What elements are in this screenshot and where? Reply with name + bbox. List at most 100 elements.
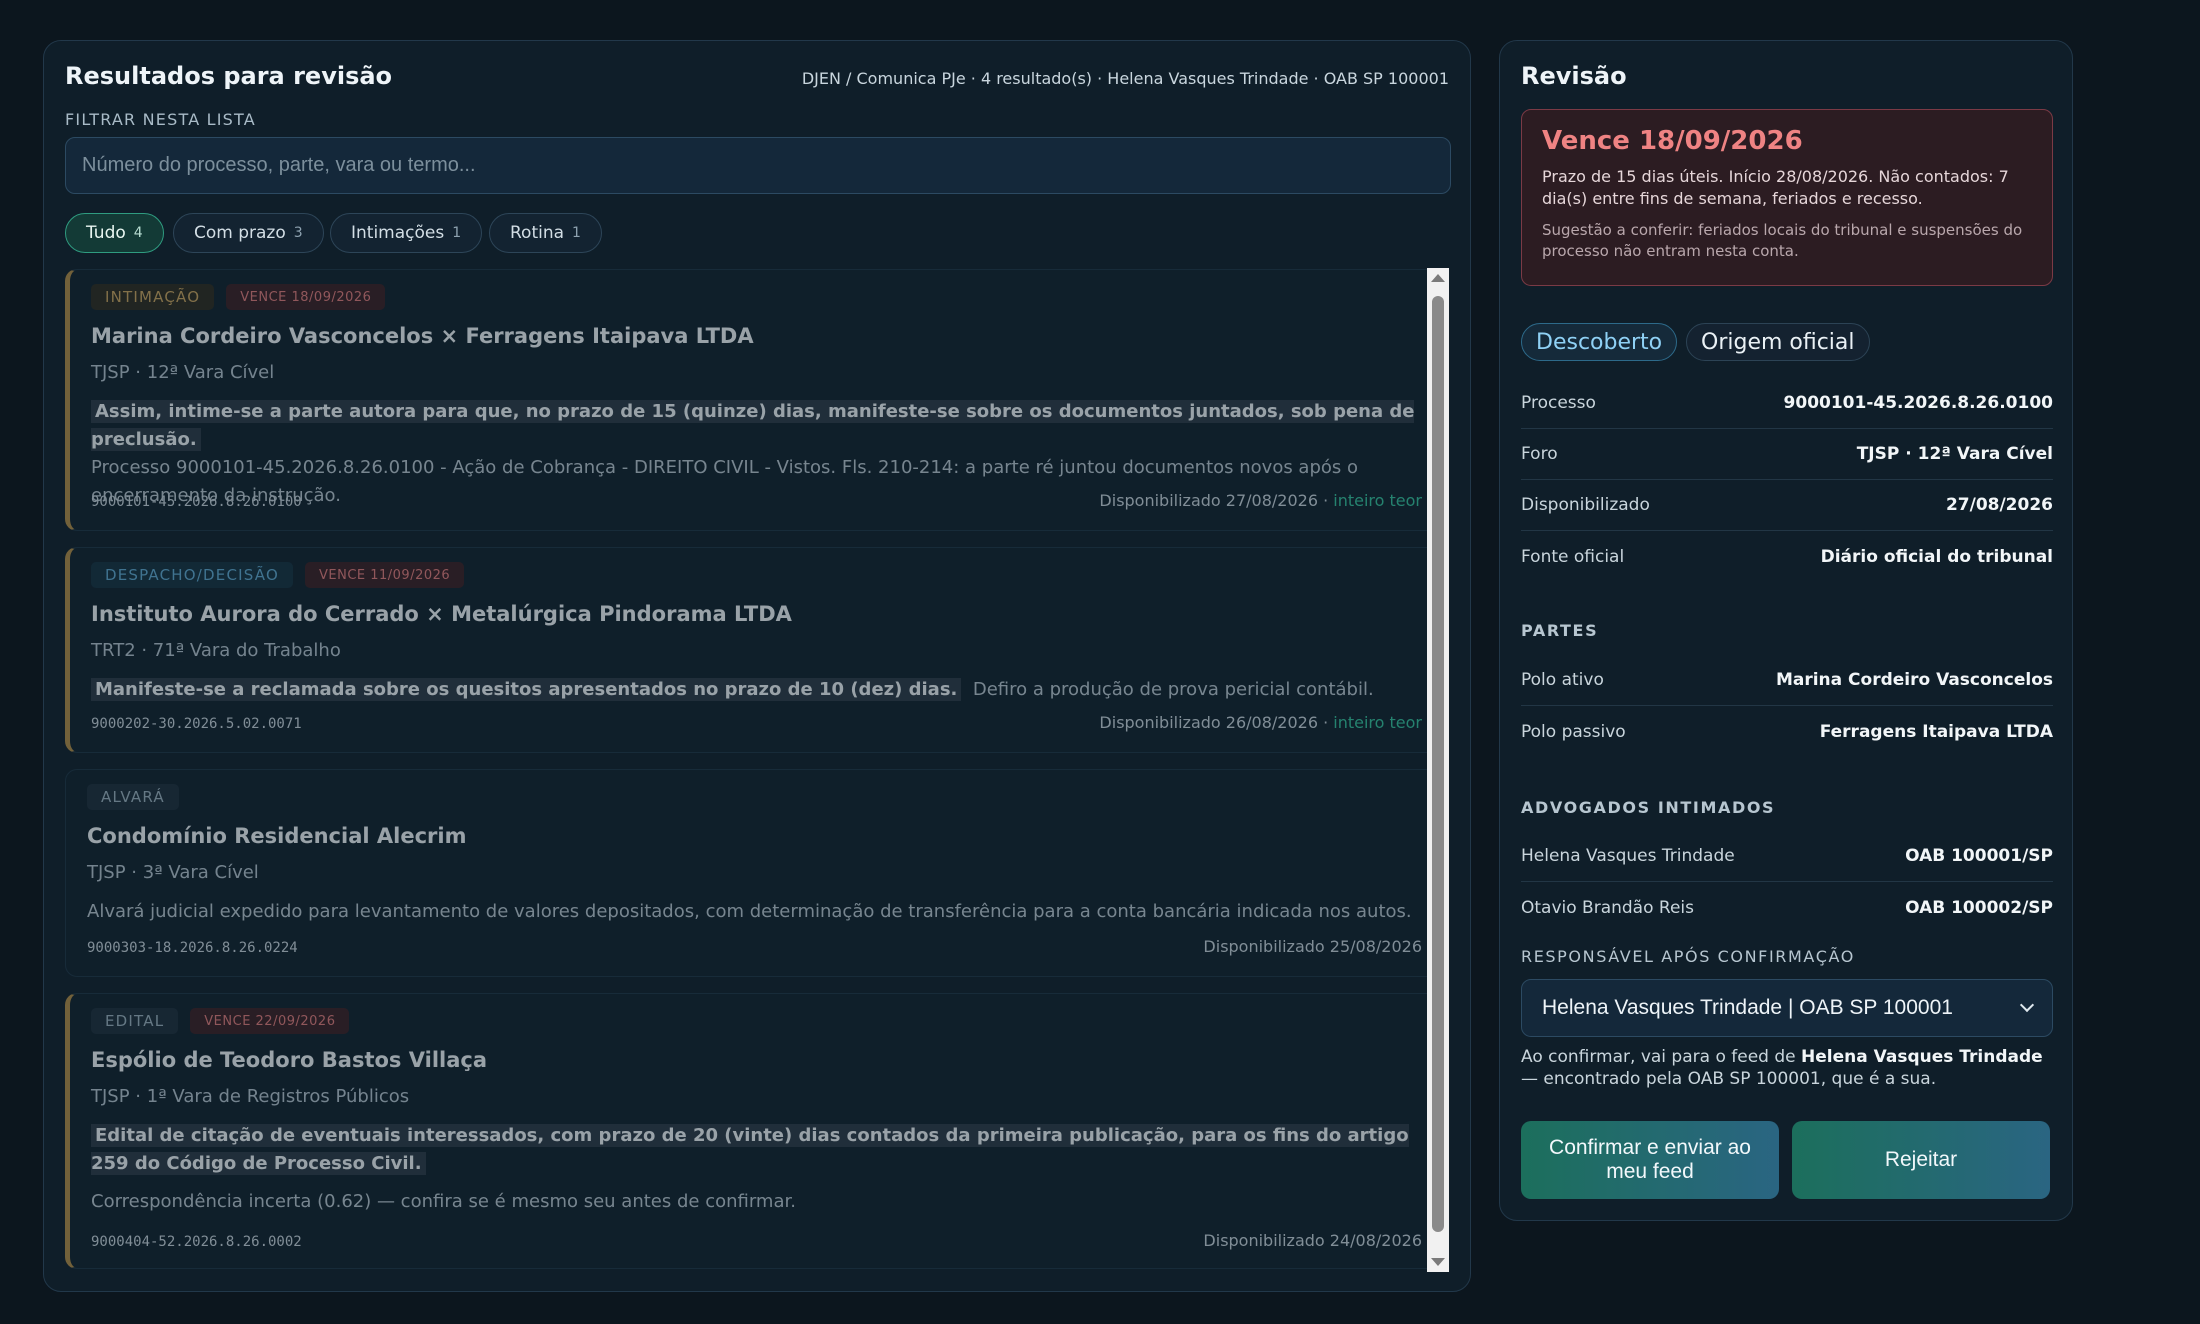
- field-key: Fonte oficial: [1521, 546, 1625, 567]
- card-text: Manifeste-se a reclamada sobre os quesit…: [91, 676, 1419, 704]
- due-badge: VENCE 22/09/2026: [190, 1008, 350, 1034]
- chip-all[interactable]: Tudo 4: [65, 213, 164, 253]
- type-badge: INTIMAÇÃO: [91, 284, 215, 310]
- confirm-button[interactable]: Confirmar e enviar ao meu feed: [1521, 1121, 1779, 1199]
- card-available: Disponibilizado 27/08/2026 · inteiro teo…: [1099, 491, 1422, 510]
- field-value: Marina Cordeiro Vasconcelos: [1775, 670, 2053, 690]
- chip-routine[interactable]: Rotina 1: [489, 213, 602, 253]
- field-key: Processo: [1521, 393, 1596, 413]
- chevron-down-icon: [2019, 997, 2035, 1013]
- type-badge: DESPACHO/DECISÃO: [91, 562, 293, 588]
- card-highlight: Manifeste-se a reclamada sobre os quesit…: [91, 678, 962, 701]
- parties-heading: PARTES: [1521, 621, 1599, 640]
- field-value: 9000101-45.2026.8.26.0100: [1783, 393, 2053, 413]
- chip-count: 3: [293, 225, 303, 241]
- card-process-number: 9000404-52.2026.8.26.0002: [91, 1234, 302, 1250]
- review-panel: Revisão Vence 18/09/2026 Prazo de 15 dia…: [1499, 40, 2073, 1221]
- confirm-note: Ao confirmar, vai para o feed de Helena …: [1521, 1046, 2053, 1090]
- card-court: TJSP · 1ª Vara de Registros Públicos: [91, 1086, 410, 1107]
- card-body: Correspondência incerta (0.62) — confira…: [91, 1191, 796, 1212]
- tag-discovered: Descoberto: [1521, 323, 1678, 361]
- field-key: Otavio Brandão Reis: [1521, 897, 1694, 918]
- chip-label: Intimações: [351, 223, 445, 243]
- result-card[interactable]: ALVARÁ Condomínio Residencial Alecrim TJ…: [65, 769, 1441, 977]
- field-value: OAB 100002/SP: [1905, 897, 2053, 918]
- due-badge: VENCE 11/09/2026: [304, 562, 465, 588]
- card-body: Defiro a produção de prova pericial cont…: [972, 679, 1374, 700]
- result-card[interactable]: INTIMAÇÃO VENCE 18/09/2026 Marina Cordei…: [65, 269, 1441, 531]
- field-key: Disponibilizado: [1521, 495, 1650, 515]
- card-highlight: Edital de citação de eventuais interessa…: [91, 1124, 1409, 1175]
- card-available: Disponibilizado 26/08/2026 · inteiro teo…: [1099, 713, 1422, 732]
- chip-intimations[interactable]: Intimações 1: [330, 213, 483, 253]
- card-court: TJSP · 3ª Vara Cível: [87, 862, 259, 883]
- party-passive: Polo passivo Ferragens Itaipava LTDA: [1521, 706, 2053, 757]
- field-source: Fonte oficial Diário oficial do tribunal: [1521, 531, 2053, 582]
- note-name: Helena Vasques Trindade: [1801, 1047, 2043, 1067]
- due-hint: Sugestão a conferir: feriados locais do …: [1542, 221, 2023, 260]
- field-value: 27/08/2026: [1945, 495, 2053, 515]
- due-badge: VENCE 18/09/2026: [226, 284, 386, 310]
- type-badge: ALVARÁ: [87, 784, 179, 810]
- field-value: TJSP · 12ª Vara Cível: [1856, 444, 2053, 464]
- responsible-select[interactable]: Helena Vasques Trindade | OAB SP 100001: [1521, 979, 2053, 1037]
- results-scrollbar[interactable]: [1427, 268, 1449, 1272]
- chip-count: 1: [572, 225, 581, 241]
- chip-count: 4: [133, 225, 143, 241]
- results-title: Resultados para revisão: [65, 62, 393, 90]
- filter-label: FILTRAR NESTA LISTA: [65, 110, 256, 129]
- field-key: Foro: [1521, 444, 1558, 464]
- card-title: Instituto Aurora do Cerrado × Metalúrgic…: [91, 602, 792, 626]
- chip-label: Com prazo: [194, 223, 286, 243]
- full-text-link[interactable]: inteiro teor: [1333, 491, 1422, 510]
- field-value: OAB 100001/SP: [1905, 846, 2053, 866]
- lawyer-row: Otavio Brandão Reis OAB 100002/SP: [1521, 882, 2053, 933]
- lawyers-heading: ADVOGADOS INTIMADOS: [1521, 798, 1776, 817]
- field-key: Helena Vasques Trindade: [1521, 846, 1735, 866]
- scroll-up-arrow-icon[interactable]: [1431, 274, 1445, 282]
- note-suffix: — encontrado pela OAB SP 100001, que é a…: [1521, 1069, 1937, 1089]
- card-process-number: 9000202-30.2026.5.02.0071: [91, 716, 302, 732]
- result-card[interactable]: EDITAL VENCE 22/09/2026 Espólio de Teodo…: [65, 993, 1441, 1269]
- due-description: Prazo de 15 dias úteis. Início 28/08/202…: [1542, 167, 2009, 208]
- chip-label: Tudo: [86, 223, 126, 243]
- full-text-link[interactable]: inteiro teor: [1333, 713, 1422, 732]
- card-title: Espólio de Teodoro Bastos Villaça: [91, 1048, 488, 1072]
- field-value: Diário oficial do tribunal: [1820, 546, 2053, 567]
- card-court: TJSP · 12ª Vara Cível: [91, 362, 275, 383]
- scroll-down-arrow-icon[interactable]: [1431, 1258, 1445, 1266]
- chip-with-deadline[interactable]: Com prazo 3: [173, 213, 324, 253]
- field-key: Polo passivo: [1521, 721, 1626, 742]
- field-process: Processo 9000101-45.2026.8.26.0100: [1521, 378, 2053, 429]
- card-process-number: 9000101-45.2026.8.26.0100: [91, 494, 302, 510]
- card-highlight: Assim, intime-se a parte autora para que…: [91, 400, 1415, 451]
- results-meta: DJEN / Comunica PJe · 4 resultado(s) · H…: [801, 69, 1449, 88]
- card-available: Disponibilizado 24/08/2026: [1203, 1231, 1422, 1250]
- card-available: Disponibilizado 25/08/2026: [1203, 937, 1422, 956]
- chip-count: 1: [452, 225, 462, 241]
- card-text: Edital de citação de eventuais interessa…: [91, 1122, 1419, 1216]
- scroll-thumb[interactable]: [1432, 296, 1444, 1232]
- available-text: Disponibilizado 26/08/2026: [1099, 713, 1318, 732]
- tag-official-origin: Origem oficial: [1686, 323, 1870, 361]
- party-active: Polo ativo Marina Cordeiro Vasconcelos: [1521, 655, 2053, 706]
- result-card[interactable]: DESPACHO/DECISÃO VENCE 11/09/2026 Instit…: [65, 547, 1441, 753]
- due-title: Vence 18/09/2026: [1542, 126, 1803, 156]
- chip-label: Rotina: [510, 223, 565, 243]
- card-process-number: 9000303-18.2026.8.26.0224: [87, 940, 298, 956]
- note-prefix: Ao confirmar, vai para o feed de: [1521, 1047, 1802, 1067]
- results-list: INTIMAÇÃO VENCE 18/09/2026 Marina Cordei…: [65, 269, 1445, 1277]
- card-court: TRT2 · 71ª Vara do Trabalho: [91, 640, 341, 661]
- filter-input[interactable]: [65, 137, 1451, 194]
- field-key: Polo ativo: [1521, 670, 1604, 690]
- field-court: Foro TJSP · 12ª Vara Cível: [1521, 429, 2053, 480]
- type-badge: EDITAL: [91, 1008, 179, 1034]
- responsible-label: RESPONSÁVEL APÓS CONFIRMAÇÃO: [1521, 947, 1855, 966]
- card-title: Marina Cordeiro Vasconcelos × Ferragens …: [91, 324, 754, 348]
- available-text: Disponibilizado 27/08/2026: [1099, 491, 1318, 510]
- due-alert: Vence 18/09/2026 Prazo de 15 dias úteis.…: [1521, 109, 2053, 286]
- card-body: Alvará judicial expedido para levantamen…: [87, 901, 1412, 922]
- reject-button[interactable]: Rejeitar: [1792, 1121, 2050, 1199]
- review-title: Revisão: [1521, 62, 1627, 90]
- field-available: Disponibilizado 27/08/2026: [1521, 480, 2053, 531]
